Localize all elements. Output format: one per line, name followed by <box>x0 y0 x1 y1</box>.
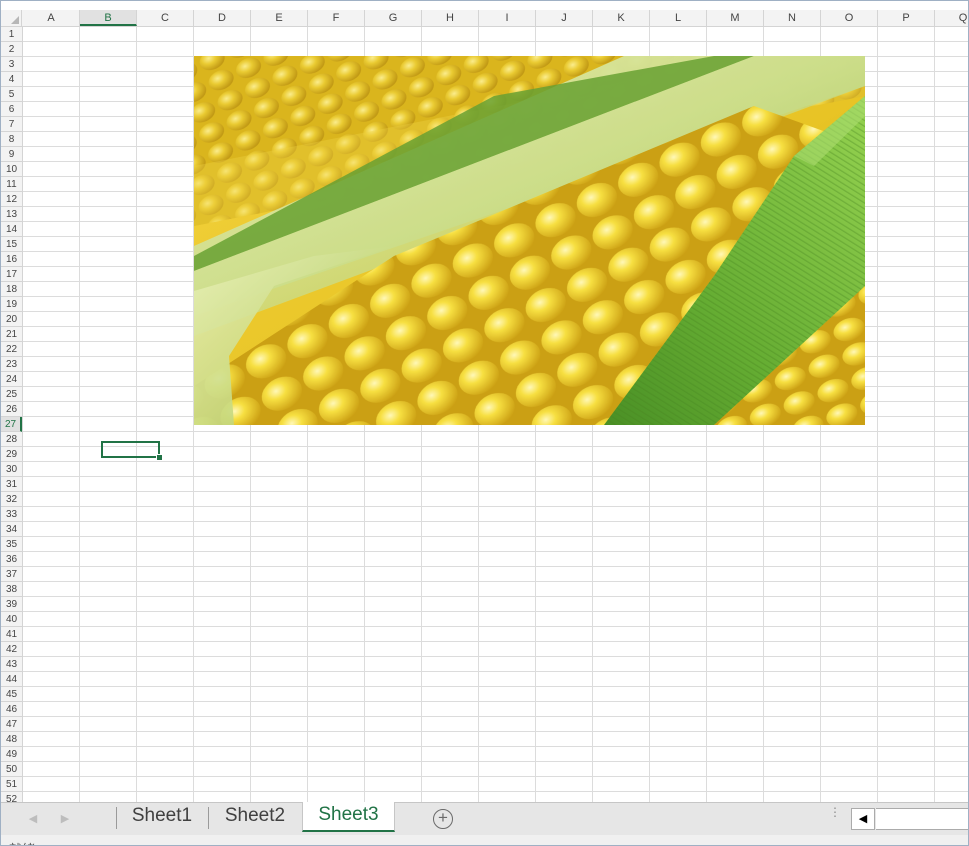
column-header-e[interactable]: E <box>251 10 308 26</box>
column-header-i[interactable]: I <box>479 10 536 26</box>
row-header-11[interactable]: 11 <box>1 177 22 192</box>
select-all-corner[interactable] <box>1 10 22 26</box>
column-header-d[interactable]: D <box>194 10 251 26</box>
row-header-12[interactable]: 12 <box>1 192 22 207</box>
vertical-dots-icon[interactable]: ⋮ <box>829 806 841 818</box>
row-header-9[interactable]: 9 <box>1 147 22 162</box>
row-header-29[interactable]: 29 <box>1 447 22 462</box>
row-header-1[interactable]: 1 <box>1 27 22 42</box>
row-header-40[interactable]: 40 <box>1 612 22 627</box>
row-header-23[interactable]: 23 <box>1 357 22 372</box>
row-header-4[interactable]: 4 <box>1 72 22 87</box>
row-header-17[interactable]: 17 <box>1 267 22 282</box>
row-header-48[interactable]: 48 <box>1 732 22 747</box>
row-header-36[interactable]: 36 <box>1 552 22 567</box>
chevron-left-icon[interactable]: ◀ <box>25 811 41 827</box>
status-text: 就緒 <box>9 839 100 845</box>
row-header-52[interactable]: 52 <box>1 792 22 802</box>
row-header-16[interactable]: 16 <box>1 252 22 267</box>
horizontal-scrollbar[interactable] <box>876 808 968 830</box>
column-header-a[interactable]: A <box>23 10 80 26</box>
row-header-22[interactable]: 22 <box>1 342 22 357</box>
tab-sheet1[interactable]: Sheet1 <box>117 803 207 831</box>
row-header-20[interactable]: 20 <box>1 312 22 327</box>
row-header-25[interactable]: 25 <box>1 387 22 402</box>
row-header-13[interactable]: 13 <box>1 207 22 222</box>
row-header-27[interactable]: 27 <box>1 417 22 432</box>
row-header-51[interactable]: 51 <box>1 777 22 792</box>
row-header-42[interactable]: 42 <box>1 642 22 657</box>
row-header-30[interactable]: 30 <box>1 462 22 477</box>
row-header-3[interactable]: 3 <box>1 57 22 72</box>
row-header-37[interactable]: 37 <box>1 567 22 582</box>
fill-handle[interactable] <box>156 454 163 461</box>
row-header-24[interactable]: 24 <box>1 372 22 387</box>
row-header-46[interactable]: 46 <box>1 702 22 717</box>
row-header-50[interactable]: 50 <box>1 762 22 777</box>
column-header-f[interactable]: F <box>308 10 365 26</box>
column-header-n[interactable]: N <box>764 10 821 26</box>
row-header-38[interactable]: 38 <box>1 582 22 597</box>
row-header-39[interactable]: 39 <box>1 597 22 612</box>
column-header-bar: ABCDEFGHIJKLMNOPQ <box>1 10 968 27</box>
row-header-2[interactable]: 2 <box>1 42 22 57</box>
column-header-k[interactable]: K <box>593 10 650 26</box>
row-header-34[interactable]: 34 <box>1 522 22 537</box>
column-header-b[interactable]: B <box>80 10 137 26</box>
column-header-g[interactable]: G <box>365 10 422 26</box>
row-header-18[interactable]: 18 <box>1 282 22 297</box>
row-header-44[interactable]: 44 <box>1 672 22 687</box>
row-header-47[interactable]: 47 <box>1 717 22 732</box>
triangle-left-icon[interactable]: ◀ <box>851 808 875 830</box>
row-header-6[interactable]: 6 <box>1 102 22 117</box>
row-header-15[interactable]: 15 <box>1 237 22 252</box>
excel-window: ABCDEFGHIJKLMNOPQ 1 2 3 4 5 6 7 8 9 10 11 12 13 14 15 1… <box>0 0 969 846</box>
chevron-right-icon[interactable]: ▶ <box>57 811 73 827</box>
row-header-14[interactable]: 14 <box>1 222 22 237</box>
column-header-q[interactable]: Q <box>935 10 968 26</box>
row-header-41[interactable]: 41 <box>1 627 22 642</box>
column-header-m[interactable]: M <box>707 10 764 26</box>
row-header-5[interactable]: 5 <box>1 87 22 102</box>
tab-sheet2[interactable]: Sheet2 <box>209 803 301 831</box>
row-header-10[interactable]: 10 <box>1 162 22 177</box>
row-header-49[interactable]: 49 <box>1 747 22 762</box>
row-header-45[interactable]: 45 <box>1 687 22 702</box>
status-bar: 就緒 <box>1 835 968 845</box>
row-header-21[interactable]: 21 <box>1 327 22 342</box>
column-header-o[interactable]: O <box>821 10 878 26</box>
column-header-c[interactable]: C <box>137 10 194 26</box>
row-header-35[interactable]: 35 <box>1 537 22 552</box>
row-header-26[interactable]: 26 <box>1 402 22 417</box>
active-cell-b27[interactable] <box>101 441 160 458</box>
row-header-bar: 1 2 3 4 5 6 7 8 9 10 11 12 13 14 15 16 17 18 19 20 21 22 23 24 2… <box>1 27 23 802</box>
plus-circle-icon[interactable]: + <box>433 809 453 829</box>
row-header-7[interactable]: 7 <box>1 117 22 132</box>
select-all-triangle-icon <box>11 16 19 24</box>
row-header-32[interactable]: 32 <box>1 492 22 507</box>
row-header-43[interactable]: 43 <box>1 657 22 672</box>
column-header-j[interactable]: J <box>536 10 593 26</box>
corn-image[interactable] <box>194 56 865 425</box>
row-header-31[interactable]: 31 <box>1 477 22 492</box>
sheet-tab-bar: ◀ ▶ Sheet1 Sheet2 Sheet3 + ⋮ ◀ <box>1 802 968 836</box>
column-header-p[interactable]: P <box>878 10 935 26</box>
column-header-h[interactable]: H <box>422 10 479 26</box>
row-header-28[interactable]: 28 <box>1 432 22 447</box>
column-header-l[interactable]: L <box>650 10 707 26</box>
row-header-19[interactable]: 19 <box>1 297 22 312</box>
row-header-8[interactable]: 8 <box>1 132 22 147</box>
tab-sheet3[interactable]: Sheet3 <box>302 802 395 832</box>
row-header-33[interactable]: 33 <box>1 507 22 522</box>
